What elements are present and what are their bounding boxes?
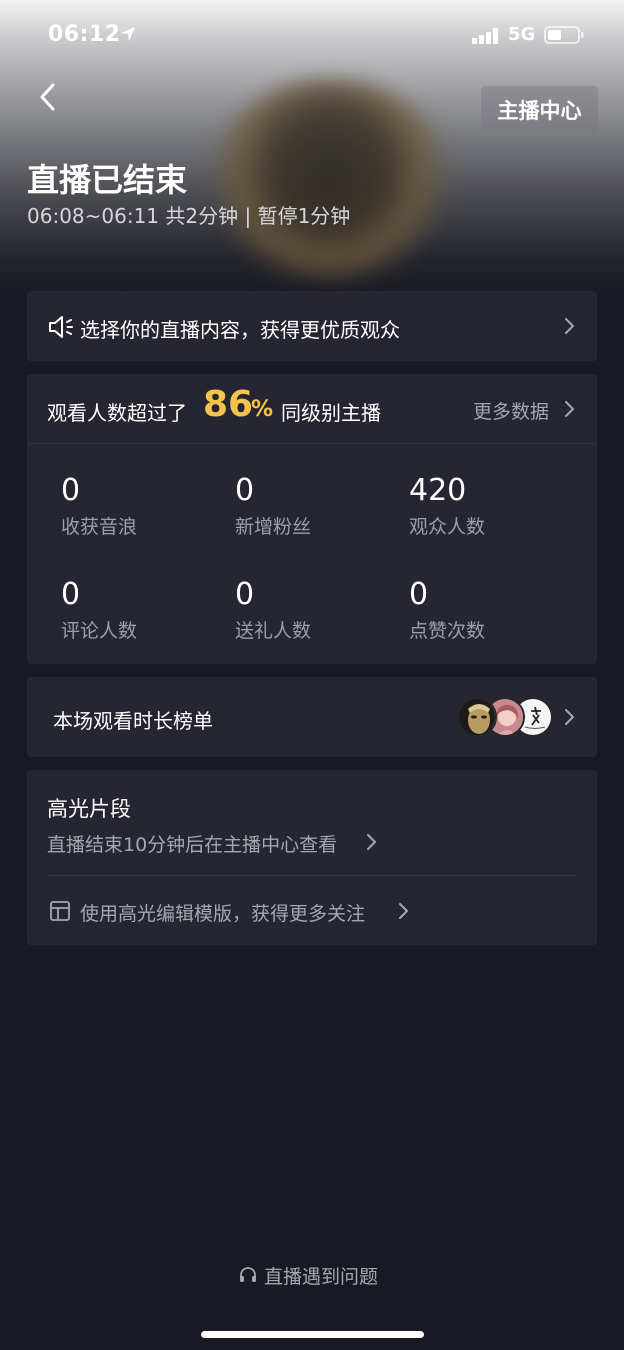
status-bar: 06:12 5G (0, 0, 624, 70)
stat-label: 收获音浪 (61, 516, 138, 538)
template-icon (50, 901, 70, 921)
headset-icon (240, 1267, 256, 1282)
signal-icon (472, 28, 498, 44)
stat-label: 评论人数 (61, 620, 138, 642)
stat-label: 观众人数 (409, 516, 486, 538)
stat-value: 0 (61, 577, 81, 612)
stat-value: 0 (235, 577, 255, 612)
highlights-subtitle[interactable]: 直播结束10分钟后在主播中心查看 (47, 830, 337, 857)
chevron-right-icon[interactable] (563, 400, 575, 418)
highlight-template-link[interactable]: 使用高光编辑模版，获得更多关注 (80, 899, 365, 926)
chevron-right-icon (565, 709, 574, 725)
back-icon[interactable] (34, 80, 64, 114)
content-tip-text: 选择你的直播内容，获得更优质观众 (80, 318, 400, 342)
battery-icon (544, 26, 584, 44)
ranking-title: 本场观看时长榜单 (53, 709, 213, 733)
stat-value: 420 (409, 473, 467, 508)
anchor-center-button[interactable]: 主播中心 (481, 86, 598, 133)
more-data-link[interactable]: 更多数据 (473, 397, 549, 424)
stat-commenters: 0 评论人数 (61, 578, 231, 643)
network-type: 5G (508, 24, 536, 45)
speaker-icon (49, 316, 73, 338)
chevron-right-icon[interactable] (365, 833, 377, 851)
content-tip-card[interactable]: 选择你的直播内容，获得更优质观众 (27, 291, 597, 361)
highlight-clips-card: 高光片段 直播结束10分钟后在主播中心查看 使用高光编辑模版，获得更多关注 (27, 770, 597, 945)
home-indicator[interactable] (201, 1331, 424, 1338)
help-label: 直播遇到问题 (264, 1266, 379, 1288)
stat-gifters: 0 送礼人数 (235, 578, 405, 643)
stat-value: 0 (61, 473, 81, 508)
stat-label: 送礼人数 (235, 620, 312, 642)
stat-label: 点赞次数 (409, 620, 486, 642)
location-arrow-icon (121, 27, 135, 41)
stats-header: 观看人数超过了 86 % 同级别主播 更多数据 (27, 374, 597, 444)
stat-new-followers: 0 新增粉丝 (235, 474, 405, 539)
chevron-right-icon[interactable] (397, 902, 409, 920)
rank-percent-sign: % (251, 397, 274, 422)
status-time: 06:12 (48, 22, 121, 47)
avatar (457, 697, 497, 737)
highlights-title: 高光片段 (47, 797, 131, 821)
stat-value: 0 (409, 577, 429, 612)
rank-prefix: 观看人数超过了 (47, 401, 187, 425)
chevron-right-icon (565, 318, 574, 334)
stat-sound-waves: 0 收获音浪 (61, 474, 231, 539)
live-duration: 06:08~06:11 共2分钟 | 暂停1分钟 (27, 204, 351, 228)
watch-time-ranking-card[interactable]: 本场观看时长榜单 (27, 677, 597, 757)
stat-likes: 0 点赞次数 (409, 578, 579, 643)
blurred-cover-image (210, 80, 450, 280)
stat-value: 0 (235, 473, 255, 508)
rank-percentile: 86 (203, 384, 254, 425)
stat-label: 新增粉丝 (235, 516, 312, 538)
stat-viewers: 420 观众人数 (409, 474, 579, 539)
page-title: 直播已结束 (27, 161, 188, 199)
divider (47, 875, 577, 876)
stats-card: 观看人数超过了 86 % 同级别主播 更多数据 0 收获音浪 0 新增粉丝 42… (27, 374, 597, 664)
rank-suffix: 同级别主播 (281, 401, 381, 425)
